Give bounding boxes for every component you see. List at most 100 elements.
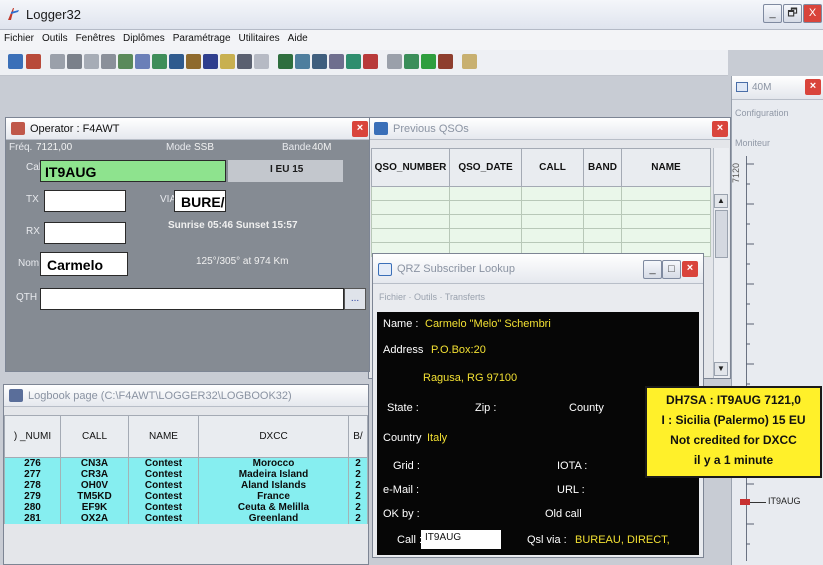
nom-field[interactable]: Carmelo	[40, 252, 128, 276]
column-qso-number[interactable]: ) _NUMI	[4, 415, 61, 458]
table-row[interactable]	[371, 186, 711, 201]
cell-name: Contest	[128, 502, 199, 513]
logbook-table: ) _NUMI CALL NAME DXCC B/ 276 CN3A Contest…	[4, 415, 368, 524]
toolbar-green-icon[interactable]	[278, 54, 293, 69]
band-map-close-icon[interactable]: ×	[805, 79, 821, 95]
toolbar-edit-icon[interactable]	[67, 54, 82, 69]
band-label: Bande	[282, 142, 311, 153]
column-call[interactable]: CALL	[521, 148, 584, 187]
toolbar-satellite-icon[interactable]	[203, 54, 218, 69]
maximize-button[interactable]: 🗗	[783, 4, 802, 23]
band-map-configuration[interactable]: Configuration	[735, 108, 789, 118]
column-call[interactable]: CALL	[60, 415, 129, 458]
band-map-spot[interactable]: IT9AUG	[768, 496, 801, 506]
toolbar-band-icon[interactable]	[346, 54, 361, 69]
previous-qsos-close-icon[interactable]: ×	[712, 121, 728, 137]
toolbar-map-icon[interactable]	[118, 54, 133, 69]
cell-call: OH0V	[60, 480, 129, 491]
qrz-oldcall-label: Old call	[545, 508, 582, 520]
operator-close-icon[interactable]: ×	[352, 121, 368, 137]
toolbar-window-icon[interactable]	[237, 54, 252, 69]
toolbar-star-icon[interactable]	[220, 54, 235, 69]
toolbar-radio-icon[interactable]	[101, 54, 116, 69]
window-icon	[374, 122, 388, 135]
cell-dxcc: Ceuta & Melilla	[198, 502, 349, 513]
table-row[interactable]: 280 EF9K Contest Ceuta & Melilla 2	[4, 502, 368, 513]
qrz-name-value: Carmelo "Melo" Schembri	[425, 318, 551, 330]
toolbar-clock-icon[interactable]	[421, 54, 436, 69]
qrz-close-icon[interactable]: ×	[682, 261, 698, 277]
toolbar-db-icon[interactable]	[8, 54, 23, 69]
table-row[interactable]: 276 CN3A Contest Morocco 2	[4, 457, 368, 469]
qrz-state-label: State :	[387, 402, 419, 414]
menu-aide[interactable]: Aide	[284, 30, 312, 44]
column-name[interactable]: NAME	[128, 415, 199, 458]
toolbar-alert-icon[interactable]	[363, 54, 378, 69]
qrz-zip-label: Zip :	[475, 402, 497, 414]
toolbar-grid-icon[interactable]	[169, 54, 184, 69]
toolbar-log-icon[interactable]	[295, 54, 310, 69]
column-band[interactable]: BAND	[583, 148, 622, 187]
menu-fichier[interactable]: Fichier	[0, 30, 38, 44]
close-button[interactable]: X	[803, 4, 822, 23]
menu-utilitaires[interactable]: Utilitaires	[235, 30, 284, 44]
previous-qsos-table-wrap: QSO_NUMBER QSO_DATE CALL BAND NAME	[371, 148, 711, 257]
previous-qsos-title-bar: Previous QSOs ×	[369, 118, 730, 140]
band-map-moniteur[interactable]: Moniteur	[735, 138, 770, 148]
toolbar-folder-icon[interactable]	[462, 54, 477, 69]
column-band[interactable]: B/	[348, 415, 368, 458]
toolbar-dx-icon[interactable]	[312, 54, 327, 69]
qrz-call-label: Call :	[397, 534, 423, 546]
logbook-window: Logbook page (C:\F4AWT\LOGGER32\LOGBOOK3…	[3, 384, 369, 565]
toolbar-globe-icon[interactable]	[135, 54, 150, 69]
cell-name: Contest	[128, 513, 199, 524]
tooltip-line-3: Not credited for DXCC	[670, 433, 797, 447]
toolbar-tool-icon[interactable]	[50, 54, 65, 69]
qth-browse-button[interactable]: ...	[344, 288, 366, 310]
toolbar-compass-icon[interactable]	[438, 54, 453, 69]
menu-bar: Fichier Outils Fenêtres Diplômes Paramétrage…	[0, 30, 823, 50]
cell-band: 2	[348, 491, 368, 502]
menu-outils[interactable]: Outils	[38, 30, 72, 44]
qth-field[interactable]	[40, 288, 344, 310]
qrz-call-input[interactable]: IT9AUG	[421, 530, 501, 549]
scroll-thumb[interactable]	[715, 210, 728, 258]
minimize-button[interactable]: _	[763, 4, 782, 23]
window-icon	[378, 263, 392, 276]
column-qso-number[interactable]: QSO_NUMBER	[371, 148, 450, 187]
column-dxcc[interactable]: DXCC	[198, 415, 349, 458]
table-row[interactable]: 277 CR3A Contest Madeira Island 2	[4, 469, 368, 480]
cell-dxcc: Greenland	[198, 513, 349, 524]
scroll-down-icon[interactable]: ▼	[714, 362, 728, 376]
table-row[interactable]: 278 OH0V Contest Aland Islands 2	[4, 480, 368, 491]
rx-field[interactable]	[44, 222, 126, 244]
toolbar-calc-icon[interactable]	[404, 54, 419, 69]
via-value: BURE/	[181, 194, 225, 210]
previous-qsos-scrollbar[interactable]: ▲ ▼	[713, 148, 729, 378]
scroll-up-icon[interactable]: ▲	[714, 194, 728, 208]
table-row[interactable]	[371, 200, 711, 215]
menu-diplomes[interactable]: Diplômes	[119, 30, 169, 44]
menu-parametrage[interactable]: Paramétrage	[169, 30, 235, 44]
toolbar-page-icon[interactable]	[84, 54, 99, 69]
tx-field[interactable]	[44, 190, 126, 212]
operator-body: Fréq. 7121,00 Mode SSB Bande 40M Call IT…	[6, 140, 369, 371]
menu-fenetres[interactable]: Fenêtres	[72, 30, 119, 44]
table-row[interactable]	[371, 214, 711, 229]
table-row[interactable]: 281 OX2A Contest Greenland 2	[4, 513, 368, 524]
column-qso-date[interactable]: QSO_DATE	[449, 148, 522, 187]
via-field[interactable]: BURE/	[174, 190, 226, 212]
toolbar-chart-icon[interactable]	[186, 54, 201, 69]
qrz-minimize-button[interactable]: _	[643, 260, 662, 279]
toolbar-print-icon[interactable]	[387, 54, 402, 69]
toolbar-text-icon[interactable]	[254, 54, 269, 69]
table-row[interactable]: 279 TM5KD Contest France 2	[4, 491, 368, 502]
qrz-maximize-button[interactable]: □	[662, 260, 681, 279]
table-row[interactable]	[371, 228, 711, 243]
column-name[interactable]: NAME	[621, 148, 711, 187]
toolbar-book-icon[interactable]	[26, 54, 41, 69]
toolbar-cluster-icon[interactable]	[329, 54, 344, 69]
qrz-menu[interactable]: Fichier · Outils · Transferts	[379, 292, 485, 302]
call-field[interactable]: IT9AUG	[40, 160, 226, 182]
toolbar-tree-icon[interactable]	[152, 54, 167, 69]
